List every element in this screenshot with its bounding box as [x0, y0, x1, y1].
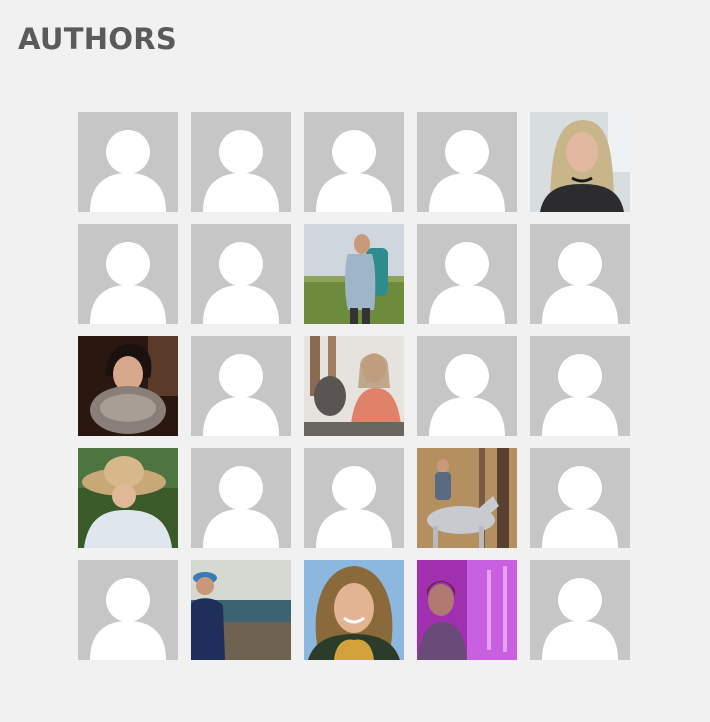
author-avatar-photo[interactable] [304, 336, 404, 436]
default-avatar-icon [191, 448, 291, 548]
author-avatar-default[interactable] [417, 112, 517, 212]
default-avatar-icon [191, 224, 291, 324]
author-avatar-photo[interactable] [417, 448, 517, 548]
author-avatar-default[interactable] [191, 448, 291, 548]
author-avatar-grid [78, 112, 630, 660]
author-avatar-default[interactable] [530, 224, 630, 324]
rider-horse-image [417, 448, 517, 548]
author-avatar-default[interactable] [78, 560, 178, 660]
author-avatar-default[interactable] [417, 224, 517, 324]
default-avatar-icon [530, 560, 630, 660]
author-avatar-default[interactable] [530, 336, 630, 436]
author-avatar-default[interactable] [304, 448, 404, 548]
default-avatar-icon [304, 112, 404, 212]
author-avatar-photo[interactable] [191, 560, 291, 660]
author-avatar-default[interactable] [530, 448, 630, 548]
author-avatar-photo[interactable] [417, 560, 517, 660]
default-avatar-icon [530, 336, 630, 436]
author-avatar-default[interactable] [191, 336, 291, 436]
author-avatar-photo[interactable] [304, 224, 404, 324]
woman-with-owl-image [304, 336, 404, 436]
woman-straw-hat-image [78, 448, 178, 548]
author-avatar-default[interactable] [78, 112, 178, 212]
author-avatar-photo[interactable] [78, 448, 178, 548]
author-avatar-photo[interactable] [530, 112, 630, 212]
author-avatar-default[interactable] [304, 112, 404, 212]
default-avatar-icon [530, 224, 630, 324]
author-avatar-default[interactable] [78, 224, 178, 324]
default-avatar-icon [417, 336, 517, 436]
section-title: AUTHORS [18, 22, 178, 56]
default-avatar-icon [78, 112, 178, 212]
hiker-backpack-image [304, 224, 404, 324]
woman-purple-light-image [417, 560, 517, 660]
author-avatar-default[interactable] [530, 560, 630, 660]
default-avatar-icon [304, 448, 404, 548]
woman-blonde-image [530, 112, 630, 212]
default-avatar-icon [78, 224, 178, 324]
woman-curly-hair-image [304, 560, 404, 660]
default-avatar-icon [78, 560, 178, 660]
default-avatar-icon [530, 448, 630, 548]
author-avatar-default[interactable] [417, 336, 517, 436]
author-avatar-default[interactable] [191, 224, 291, 324]
author-avatar-default[interactable] [191, 112, 291, 212]
default-avatar-icon [417, 224, 517, 324]
woman-fur-collar-image [78, 336, 178, 436]
default-avatar-icon [417, 112, 517, 212]
author-avatar-photo[interactable] [304, 560, 404, 660]
author-avatar-photo[interactable] [78, 336, 178, 436]
default-avatar-icon [191, 336, 291, 436]
default-avatar-icon [191, 112, 291, 212]
person-blue-cap-image [191, 560, 291, 660]
